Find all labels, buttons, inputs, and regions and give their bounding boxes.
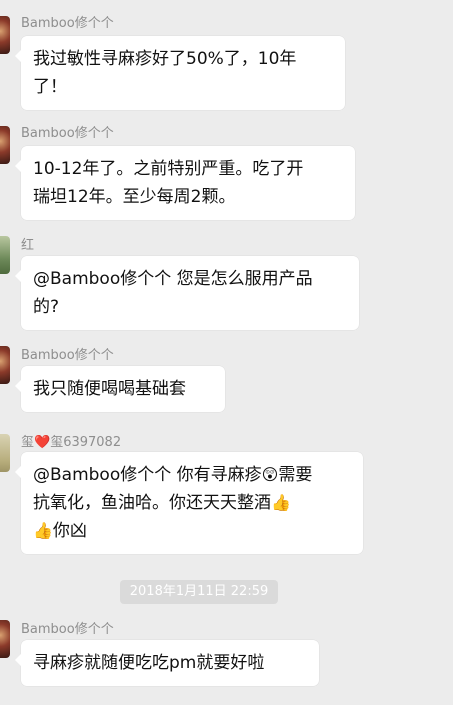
avatar[interactable] <box>0 620 10 658</box>
message-text-line: 👍你凶 <box>33 517 351 545</box>
message-bubble[interactable]: 我只随便喝喝基础套 <box>15 366 225 412</box>
message-text: 你凶 <box>52 521 87 541</box>
message-text-line: 寻麻疹就随便吃吃pm就要好啦 <box>33 653 265 673</box>
message-text-line: 瑞坦12年。至少每周2颗。 <box>33 187 236 207</box>
message-text: @Bamboo修个个 你有寻麻疹 <box>33 465 262 485</box>
sender-name: 红 <box>21 238 35 253</box>
sender-name: Bamboo修个个 <box>21 622 114 637</box>
sender-name-prefix: 玺 <box>21 435 35 450</box>
chat-view: Bamboo修个个 我过敏性寻麻疹好了50%了，10年 了！ Bamboo修个个… <box>0 0 453 705</box>
shocked-face-emoji-icon: 😲 <box>261 465 279 484</box>
message-bubble[interactable]: 10-12年了。之前特别严重。吃了开 瑞坦12年。至少每周2颗。 <box>15 146 355 220</box>
message-text-line: 了！ <box>33 77 67 97</box>
message-bubble[interactable]: 我过敏性寻麻疹好了50%了，10年 了！ <box>15 36 345 110</box>
avatar[interactable] <box>0 236 10 274</box>
message-text-line: 我只随便喝喝基础套 <box>33 379 186 399</box>
sender-name: Bamboo修个个 <box>21 126 114 141</box>
sender-name: 玺❤️玺6397082 <box>21 431 121 450</box>
message-text-line: @Bamboo修个个 你有寻麻疹😲需要 <box>33 461 351 489</box>
message-text-line: 我过敏性寻麻疹好了50%了，10年 <box>33 49 297 69</box>
sender-name-suffix: 玺6397082 <box>50 435 122 450</box>
message-text-line: 10-12年了。之前特别严重。吃了开 <box>33 159 304 179</box>
message-bubble[interactable]: @Bamboo修个个 你有寻麻疹😲需要 抗氧化，鱼油哈。你还天天整酒👍 👍你凶 <box>15 452 363 554</box>
thumbs-up-emoji-icon: 👍 <box>271 493 291 512</box>
message-bubble[interactable]: 寻麻疹就随便吃吃pm就要好啦 <box>15 640 319 686</box>
message-text-line: 抗氧化，鱼油哈。你还天天整酒👍 <box>33 489 351 517</box>
thumbs-up-emoji-icon: 👍 <box>33 521 53 540</box>
message-text-line: 的? <box>33 297 60 317</box>
sender-name: Bamboo修个个 <box>21 348 114 363</box>
message-text: 抗氧化，鱼油哈。你还天天整酒 <box>33 493 271 513</box>
avatar[interactable] <box>0 16 10 54</box>
avatar[interactable] <box>0 434 10 472</box>
timestamp-badge: 2018年1月11日 22:59 <box>120 580 278 604</box>
heart-emoji-icon: ❤️ <box>34 435 51 450</box>
message-bubble[interactable]: @Bamboo修个个 您是怎么服用产品 的? <box>15 256 359 330</box>
avatar[interactable] <box>0 346 10 384</box>
avatar[interactable] <box>0 126 10 164</box>
message-text: 需要 <box>278 465 313 485</box>
sender-name: Bamboo修个个 <box>21 16 114 31</box>
message-text-line: @Bamboo修个个 您是怎么服用产品 <box>33 269 313 289</box>
